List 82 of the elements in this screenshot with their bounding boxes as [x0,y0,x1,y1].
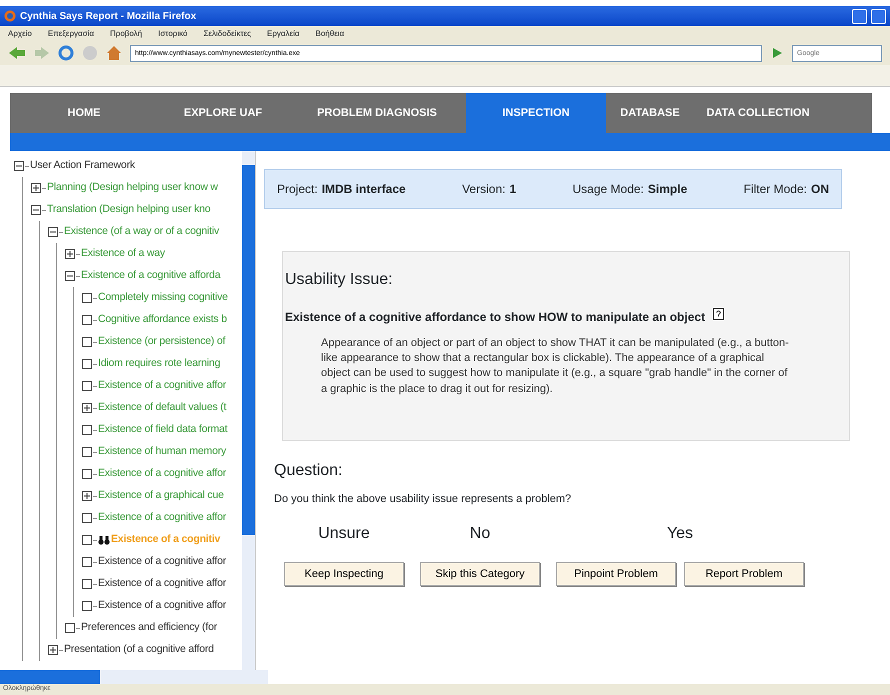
node-box-icon[interactable] [82,447,92,457]
menu-item[interactable]: Σελιδοδείκτες [203,28,252,40]
maximize-button[interactable] [871,8,886,24]
menu-item[interactable]: Επεξεργασία [48,28,94,40]
info-value: Simple [648,181,688,198]
window-title: Cynthia Says Report - Mozilla Firefox [20,10,198,24]
tree-item[interactable]: Existence of a cognitive affor [98,378,226,394]
expand-icon[interactable] [82,491,92,501]
home-icon[interactable] [106,45,122,61]
node-box-icon[interactable] [82,557,92,567]
answer-label: Unsure [318,524,370,544]
expand-icon[interactable] [65,249,75,259]
answer-button[interactable]: Report Problem [684,562,804,586]
menu-item[interactable]: Προβολή [110,28,142,40]
tree-item[interactable]: Existence of a way [81,246,165,262]
tree-item[interactable]: Existence of default values (t [98,400,226,416]
tree-item[interactable]: Existence of a cognitive affor [98,598,226,614]
node-box-icon[interactable] [82,535,92,545]
issue-title: Existence of a cognitive affordance to show HOW to manipulate an object [285,309,706,326]
menu-item[interactable]: Ιστορικό [158,28,188,40]
node-box-icon[interactable] [82,425,92,435]
question-heading: Question: [274,461,344,481]
node-box-icon[interactable] [82,513,92,523]
tree-item[interactable]: Existence of a cognitive affor [98,554,226,570]
node-box-icon[interactable] [82,579,92,589]
node-box-icon[interactable] [82,293,92,303]
tree-item[interactable]: Existence (of a way or of a cognitiv [64,224,220,240]
expand-icon[interactable] [31,183,41,193]
info-label: Version: [462,181,506,198]
tree-item[interactable]: Presentation (of a cognitive afford [64,642,214,658]
info-label: Project: [277,181,318,198]
binoculars-icon [98,535,110,545]
node-box-icon[interactable] [82,381,92,391]
issue-description: Appearance of an object or part of an object to show THAT it can be manipulated (e.g., a button-like appearance to show that a rectangular box is clickable). The appearance of a graphical object can be used to suggest how to manipulate it (e.g., a square "grab handle" in the corner of a graphic is the place to drag it out for resizing). [320,336,790,397]
minimize-button[interactable] [852,8,867,24]
collapse-icon[interactable] [14,161,24,171]
tree-item[interactable]: Existence of human memory [98,444,226,460]
tree-item[interactable]: Planning (Design helping user know w [47,180,218,196]
node-box-icon[interactable] [65,623,75,633]
reload-icon[interactable] [58,45,74,61]
tree-item[interactable]: Existence of a cognitive affor [98,510,226,526]
tree-item[interactable]: Translation (Design helping user kno [47,202,210,218]
answer-button[interactable]: Pinpoint Problem [556,562,676,586]
node-box-icon[interactable] [82,469,92,479]
info-label: Filter Mode: [744,181,807,198]
answer-button[interactable]: Keep Inspecting [284,562,404,586]
tree-item[interactable]: Existence of field data format [98,422,228,438]
tree-item[interactable]: Preferences and efficiency (for [81,620,218,636]
answer-label: No [470,524,490,544]
issue-heading: Usability Issue: [285,270,394,290]
info-value: IMDB interface [322,181,406,198]
tree-item[interactable]: Existence of a graphical cue [98,488,224,504]
collapse-icon[interactable] [48,227,58,237]
tree-item[interactable]: Existence of a cognitive affor [98,466,226,482]
info-value: 1 [509,181,516,198]
info-value: ON [810,181,829,198]
collapse-icon[interactable] [31,205,41,215]
info-label: Usage Mode: [572,181,644,198]
node-box-icon[interactable] [82,315,92,325]
answer-button[interactable]: Skip this Category [420,562,540,586]
tree-item[interactable]: Existence of a cognitive affor [98,576,226,592]
node-box-icon[interactable] [82,359,92,369]
help-icon[interactable] [713,308,724,320]
menu-item[interactable]: Εργαλεία [267,28,300,40]
tree-item[interactable]: Existence of a cognitive afforda [81,268,220,284]
expand-icon[interactable] [48,645,58,655]
tree-item[interactable]: User Action Framework [30,158,135,174]
menu-item[interactable]: Βοήθεια [316,28,344,40]
menu-item[interactable]: Αρχείο [8,28,32,40]
tree-item[interactable]: Idiom requires rote learning [98,356,220,372]
node-box-icon[interactable] [82,337,92,347]
go-icon[interactable] [770,46,784,60]
tree-item[interactable]: Cognitive affordance exists b [98,312,227,328]
tree-item[interactable]: Existence (or persistence) of [98,334,226,350]
collapse-icon[interactable] [65,271,75,281]
answer-label: Yes [666,524,694,544]
firefox-icon [4,10,16,22]
node-box-icon[interactable] [82,601,92,611]
tree-item[interactable]: Completely missing cognitive [98,290,228,306]
nav-tab[interactable]: INSPECTION [466,93,606,133]
question-text: Do you think the above usability issue represents a problem? [274,492,572,507]
expand-icon[interactable] [82,403,92,413]
